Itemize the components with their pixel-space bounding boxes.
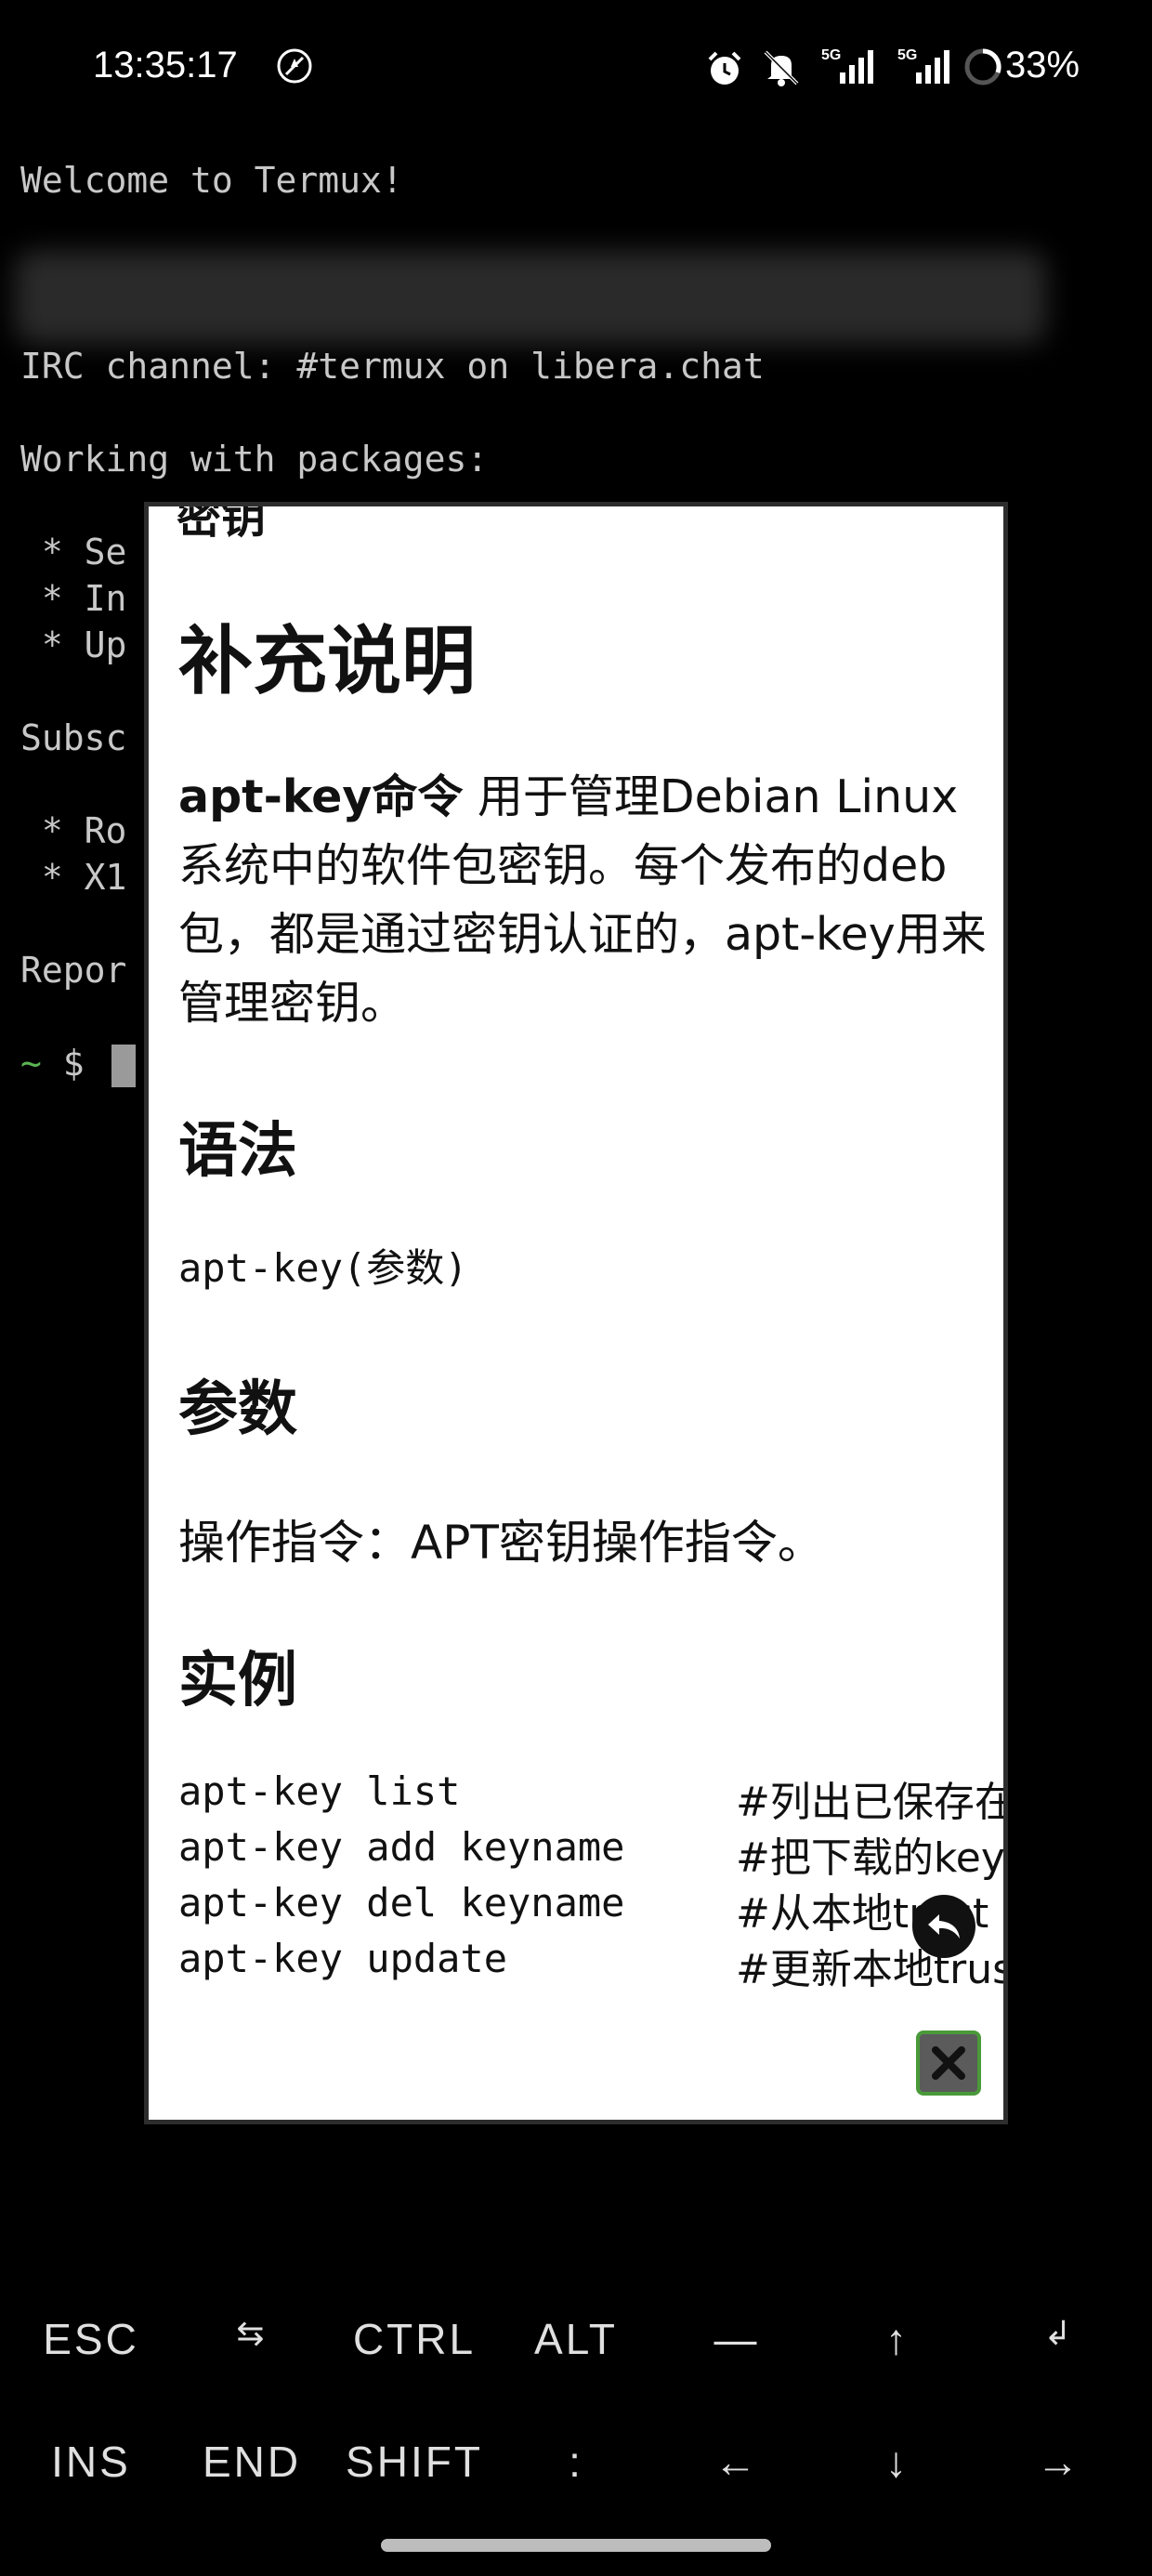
prompt-tilde: ~ (20, 1043, 42, 1084)
close-button[interactable] (916, 2031, 981, 2096)
doc-syntax-code: apt-key(参数) (178, 1245, 468, 1291)
key-colon[interactable]: : (492, 2437, 660, 2487)
key-down[interactable]: ↓ (814, 2437, 981, 2487)
doc-intro-bold: apt-key命令 (178, 770, 464, 823)
doc-cut-heading: 密钥 (177, 502, 267, 544)
example-comment: #列出已保存在 (736, 1779, 1008, 1826)
back-button[interactable] (912, 1895, 975, 1958)
doc-params-text: 操作指令：APT密钥操作指令。 (178, 1516, 824, 1570)
example-cmd: apt-key list (178, 1768, 461, 1814)
doc-params-heading: 参数 (178, 1375, 297, 1444)
reply-icon (928, 1914, 960, 1939)
mute-icon (760, 46, 803, 93)
screen: 13:35:17 5G 5G 33% Welcome to Termux! IR… (0, 0, 1152, 2576)
home-indicator[interactable] (381, 2539, 771, 2552)
no-location-icon (275, 46, 314, 89)
terminal-report: Repor (20, 950, 127, 991)
terminal-line: * Ro (20, 810, 127, 851)
redacted-area (15, 251, 1046, 344)
doc-syntax-heading: 语法 (178, 1117, 297, 1186)
terminal-prompt: ~ $ (20, 1043, 106, 1084)
doc-intro: apt-key命令 用于管理Debian Linux系统中的软件包密钥。每个发布… (178, 763, 987, 1038)
key-enter[interactable]: ↲ (975, 2314, 1143, 2353)
key-up[interactable]: ↑ (814, 2314, 981, 2364)
svg-text:5G: 5G (897, 47, 917, 63)
terminal-welcome: Welcome to Termux! (20, 160, 403, 201)
example-cmd: apt-key add keyname (178, 1824, 625, 1870)
prompt-dollar: $ (41, 1043, 106, 1084)
doc-examples-heading: 实例 (178, 1647, 297, 1715)
status-time: 13:35:17 (93, 45, 238, 85)
key-right[interactable]: → (975, 2437, 1143, 2487)
5g-signal-icon: 5G (819, 45, 875, 91)
key-ctrl[interactable]: CTRL (331, 2314, 498, 2364)
key-end[interactable]: END (168, 2437, 335, 2487)
terminal-subscribe: Subsc (20, 717, 127, 758)
close-icon (932, 2046, 965, 2080)
terminal-cursor (111, 1045, 136, 1087)
terminal-line: * Se (20, 532, 127, 572)
battery-percent: 33% (1005, 45, 1080, 85)
key-dash[interactable]: — (653, 2314, 820, 2364)
key-left[interactable]: ← (653, 2437, 820, 2487)
key-esc[interactable]: ESC (7, 2314, 175, 2364)
terminal-irc: IRC channel: #termux on libera.chat (20, 346, 765, 387)
alarm-icon (704, 48, 745, 93)
5g-signal-icon: 5G (896, 45, 951, 91)
help-dialog[interactable]: 密钥 补充说明 apt-key命令 用于管理Debian Linux系统中的软件… (144, 502, 1008, 2124)
example-cmd: apt-key update (178, 1936, 508, 1981)
example-cmd: apt-key del keyname (178, 1880, 625, 1925)
extra-keys-bar: ESC ⇆ CTRL ALT — ↑ ↲ INS END SHIFT : ← ↓… (0, 2286, 1152, 2528)
svg-text:5G: 5G (821, 47, 841, 63)
key-ins[interactable]: INS (7, 2437, 175, 2487)
terminal-line: * X1 (20, 857, 127, 898)
terminal-line: * Up (20, 624, 127, 665)
status-bar: 13:35:17 5G 5G 33% (0, 0, 1152, 139)
key-alt[interactable]: ALT (492, 2314, 660, 2364)
terminal-packages-heading: Working with packages: (20, 439, 489, 480)
example-comment: #把下载的key (736, 1834, 1005, 1882)
key-shift[interactable]: SHIFT (331, 2437, 498, 2487)
doc-title: 补充说明 (178, 618, 476, 704)
key-tab[interactable]: ⇆ (168, 2314, 335, 2353)
battery-icon (962, 46, 1003, 91)
terminal-line: * In (20, 578, 127, 619)
